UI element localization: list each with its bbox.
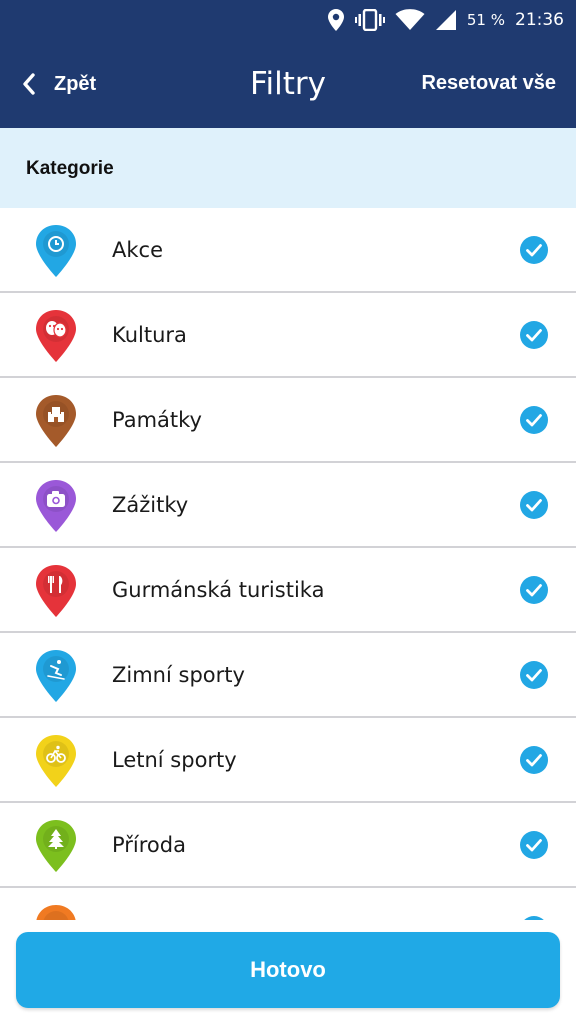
signal-icon (435, 10, 456, 30)
wifi-icon (395, 9, 425, 30)
category-label: Letní sporty (112, 748, 237, 772)
category-label: Zážitky (112, 493, 189, 517)
category-item[interactable]: Kultura (0, 293, 576, 378)
checkmark-icon (520, 321, 548, 349)
cutlery-icon (36, 565, 76, 617)
castle-icon (36, 395, 76, 447)
category-list: Akce Kultura Památky Zážitky Gurmánská turis… (0, 208, 576, 920)
bottom-area: Hotovo (0, 920, 576, 1024)
category-item[interactable]: Letní sporty (0, 718, 576, 803)
tree-icon (36, 820, 76, 872)
category-item[interactable] (0, 888, 576, 920)
category-item[interactable]: Gurmánská turistika (0, 548, 576, 633)
checkmark-icon (520, 576, 548, 604)
back-button[interactable]: Zpět (22, 68, 96, 100)
category-item[interactable]: Příroda (0, 803, 576, 888)
section-title: Kategorie (26, 158, 114, 179)
screen: 51 % 21:36 Zpět Filtry Resetovat vše Kat… (0, 0, 576, 1024)
category-item[interactable]: Zážitky (0, 463, 576, 548)
category-label: Akce (112, 238, 163, 262)
clock-icon (36, 225, 76, 277)
category-label: Zimní sporty (112, 663, 245, 687)
back-label: Zpět (54, 72, 97, 95)
checkmark-icon (520, 746, 548, 774)
checkmark-icon (520, 661, 548, 689)
category-item[interactable]: Zimní sporty (0, 633, 576, 718)
checkmark-icon (520, 236, 548, 264)
category-item[interactable]: Památky (0, 378, 576, 463)
battery-percentage: 51 % (466, 11, 505, 29)
reset-all-button[interactable]: Resetovat vše (421, 72, 556, 95)
status-icons: 51 % 21:36 (327, 6, 564, 34)
app-bar: Zpět Filtry Resetovat vše (0, 40, 576, 128)
location-icon (327, 9, 344, 31)
clock: 21:36 (515, 10, 564, 30)
bicycle-icon (36, 735, 76, 787)
done-button[interactable]: Hotovo (16, 932, 560, 1008)
category-label: Památky (112, 408, 202, 432)
checkmark-icon (520, 491, 548, 519)
vibrate-icon (354, 9, 385, 31)
checkmark-icon (520, 831, 548, 859)
category-label: Příroda (112, 833, 186, 857)
skier-icon (36, 650, 76, 702)
pin-icon (36, 905, 76, 920)
section-header: Kategorie (0, 128, 576, 208)
camera-icon (36, 480, 76, 532)
chevron-left-icon (23, 73, 35, 95)
theater-masks-icon (36, 310, 76, 362)
checkmark-icon (520, 406, 548, 434)
category-item[interactable]: Akce (0, 208, 576, 293)
status-bar: 51 % 21:36 (0, 0, 576, 40)
category-label: Kultura (112, 323, 187, 347)
category-label: Gurmánská turistika (112, 578, 325, 602)
